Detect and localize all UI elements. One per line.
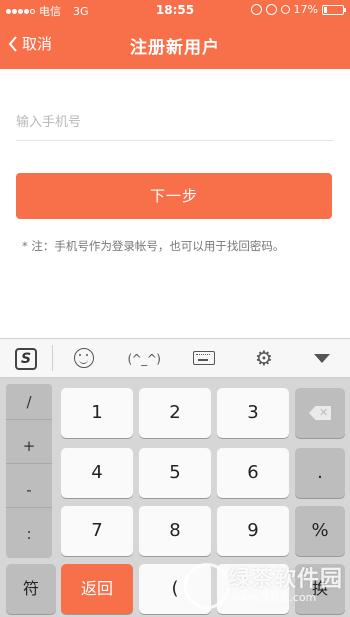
next-step-button[interactable]: 下一步	[16, 173, 332, 219]
battery-icon	[322, 4, 346, 15]
key-minus[interactable]: -	[6, 472, 52, 508]
rotation-lock-icon	[250, 4, 262, 15]
key-8[interactable]: 8	[139, 506, 211, 556]
symbol-column: / + - :	[6, 384, 52, 558]
key-slash[interactable]: /	[6, 384, 52, 420]
key-plus[interactable]: +	[6, 428, 52, 464]
newline-key[interactable]: 换	[295, 564, 345, 614]
sogou-logo-button[interactable]: S	[6, 344, 46, 372]
collapse-triangle-icon	[314, 354, 330, 363]
key-1[interactable]: 1	[61, 388, 133, 438]
key-7[interactable]: 7	[61, 506, 133, 556]
status-bar: 电信 3G 18:55 17%	[0, 0, 350, 22]
key-dot[interactable]: .	[295, 448, 345, 498]
kaomoji-button[interactable]: (^_^)	[124, 344, 164, 372]
return-key[interactable]: 返回	[61, 564, 133, 614]
keyboard-icon	[193, 351, 215, 365]
key-4[interactable]: 4	[61, 448, 133, 498]
symbol-key[interactable]: 符	[6, 564, 56, 614]
keyboard-switch-button[interactable]	[184, 344, 224, 372]
key-colon[interactable]: :	[6, 516, 52, 552]
kaomoji-icon: (^_^)	[127, 352, 161, 366]
toolbar-divider	[52, 345, 53, 371]
key-percent[interactable]: %	[295, 506, 345, 556]
key-space[interactable]	[217, 564, 289, 614]
keyboard-toolbar: S (^_^) ⚙	[0, 338, 350, 378]
key-6[interactable]: 6	[217, 448, 289, 498]
smiley-icon	[74, 348, 94, 368]
alarm-icon	[265, 4, 277, 15]
hide-keyboard-button[interactable]	[302, 344, 342, 372]
page-title: 注册新用户	[130, 38, 220, 58]
backspace-key[interactable]: ✕	[295, 388, 345, 438]
numeric-keyboard: / + - : 1 2 3 ✕ 4 5 6 . 7 8 9 % 符 返回 ( 换	[0, 378, 350, 617]
settings-button[interactable]: ⚙	[244, 344, 284, 372]
emoji-button[interactable]	[64, 344, 104, 372]
key-0[interactable]: (	[139, 564, 211, 614]
backspace-icon: ✕	[309, 406, 331, 420]
status-right: 17%	[250, 3, 346, 16]
battery-percent: 17%	[293, 3, 318, 16]
phone-number-input[interactable]	[16, 105, 334, 141]
sogou-logo-icon: S	[15, 348, 37, 370]
key-5[interactable]: 5	[139, 448, 211, 498]
key-2[interactable]: 2	[139, 388, 211, 438]
app-header: 电信 3G 18:55 17% 取消 注册新用户	[0, 0, 350, 69]
phone-note: * 注：手机号作为登录帐号，也可以用于找回密码。	[22, 239, 285, 253]
location-icon	[280, 5, 290, 14]
nav-bar: 取消 注册新用户	[0, 22, 350, 69]
key-9[interactable]: 9	[217, 506, 289, 556]
gear-icon: ⚙	[255, 346, 273, 370]
key-3[interactable]: 3	[217, 388, 289, 438]
